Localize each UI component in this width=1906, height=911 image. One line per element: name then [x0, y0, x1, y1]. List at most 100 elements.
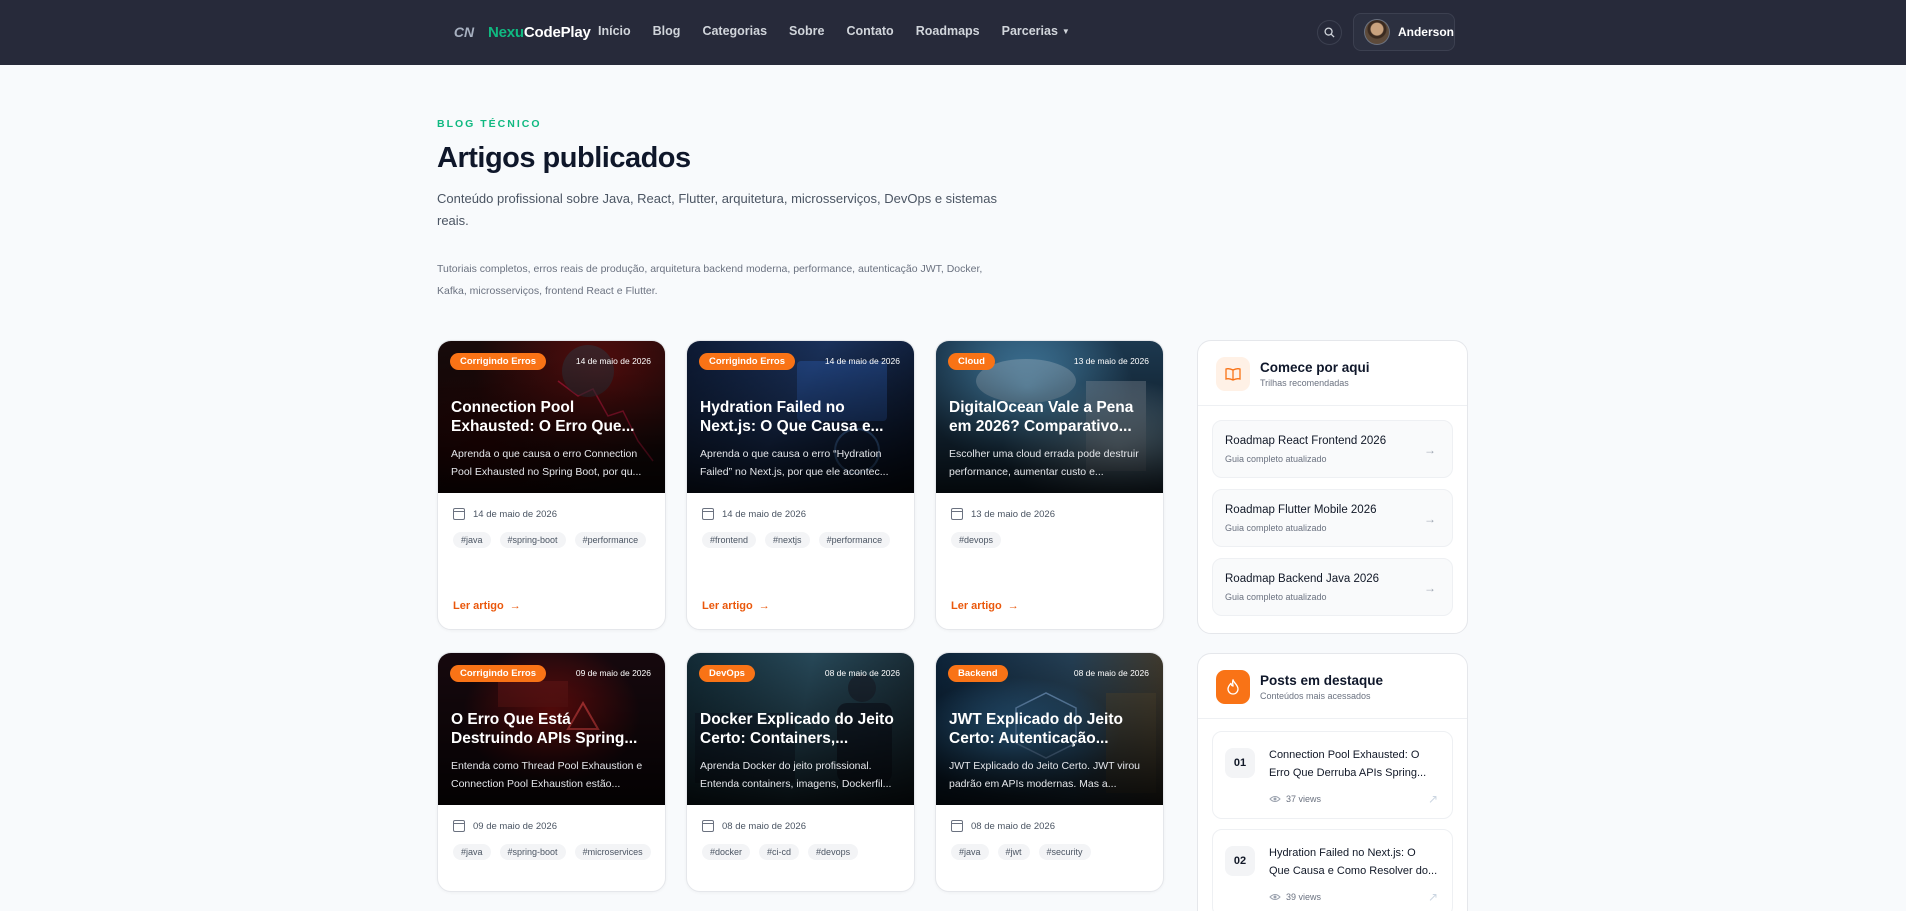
- article-card[interactable]: Corrigindo Erros 09 de maio de 2026 O Er…: [437, 652, 666, 892]
- read-article-link[interactable]: Ler artigo →: [951, 600, 1019, 612]
- user-menu-button[interactable]: Anderson: [1353, 13, 1455, 51]
- roadmap-link-flutter[interactable]: Roadmap Flutter Mobile 2026 Guia complet…: [1212, 489, 1453, 547]
- tag[interactable]: #jwt: [997, 844, 1030, 860]
- search-button[interactable]: [1317, 20, 1342, 45]
- article-title[interactable]: Connection Pool Exhausted: O Erro Que...: [451, 398, 656, 436]
- thumbnail-date: 14 de maio de 2026: [824, 356, 900, 366]
- thumbnail-date: 08 de maio de 2026: [1073, 668, 1149, 678]
- brand-logo[interactable]: CN NexuCodePlay: [452, 20, 591, 44]
- calendar-icon: [951, 820, 963, 832]
- nav-roadmaps[interactable]: Roadmaps: [916, 24, 980, 38]
- tag[interactable]: #java: [951, 844, 989, 860]
- article-title[interactable]: Docker Explicado do Jeito Certo: Containe…: [700, 710, 905, 748]
- tag[interactable]: #ci-cd: [759, 844, 800, 860]
- article-excerpt: Aprenda o que causa o erro Connection Poo…: [451, 448, 642, 478]
- article-card[interactable]: Corrigindo Erros 14 de maio de 2026 Hydr…: [686, 340, 915, 630]
- panel-title: Comece por aqui: [1260, 360, 1370, 375]
- tag[interactable]: #docker: [702, 844, 751, 860]
- panel-header: Posts em destaque Conteúdos mais acessad…: [1198, 654, 1467, 719]
- nav-parcerias[interactable]: Parcerias ▼: [1002, 24, 1070, 38]
- start-here-panel: Comece por aqui Trilhas recomendadas Roa…: [1197, 340, 1468, 634]
- article-thumbnail[interactable]: DevOps 08 de maio de 2026 Docker Explica…: [687, 653, 914, 805]
- tag[interactable]: #java: [453, 532, 491, 548]
- article-thumbnail[interactable]: Backend 08 de maio de 2026 JWT Explicado…: [936, 653, 1163, 805]
- article-meta: 14 de maio de 2026: [453, 508, 665, 520]
- nav-categorias[interactable]: Categorias: [702, 24, 767, 38]
- tag-list: #java #jwt #security: [951, 844, 1151, 860]
- arrow-right-icon: →: [1007, 600, 1019, 612]
- book-icon: [1216, 357, 1250, 391]
- arrow-right-icon: →: [1424, 581, 1436, 595]
- roadmap-title: Roadmap Flutter Mobile 2026: [1225, 504, 1377, 516]
- chevron-down-icon: ▼: [1061, 27, 1070, 36]
- panel-header: Comece por aqui Trilhas recomendadas: [1198, 341, 1467, 406]
- tag[interactable]: #nextjs: [765, 532, 810, 548]
- tag[interactable]: #spring-boot: [499, 844, 566, 860]
- article-meta: 08 de maio de 2026: [951, 820, 1163, 832]
- article-title[interactable]: DigitalOcean Vale a Pena em 2026? Compara…: [949, 398, 1154, 436]
- tag-list: #java #spring-boot #microservices: [453, 844, 653, 860]
- tag[interactable]: #performance: [818, 532, 891, 548]
- calendar-icon: [702, 508, 714, 520]
- nav-inicio[interactable]: Início: [598, 24, 631, 38]
- roadmap-subtitle: Guia completo atualizado: [1225, 454, 1327, 464]
- arrow-right-icon: →: [1424, 512, 1436, 526]
- page-description: Tutoriais completos, erros reais de prod…: [437, 263, 983, 297]
- page-lead: Conteúdo profissional sobre Java, React,…: [437, 191, 997, 228]
- tag-list: #frontend #nextjs #performance: [702, 532, 902, 548]
- article-thumbnail[interactable]: Corrigindo Erros 14 de maio de 2026 Hydr…: [687, 341, 914, 493]
- article-card[interactable]: Backend 08 de maio de 2026 JWT Explicado…: [935, 652, 1164, 892]
- article-title[interactable]: Hydration Failed no Next.js: O Que Causa …: [700, 398, 905, 436]
- avatar: [1364, 19, 1390, 45]
- calendar-icon: [453, 820, 465, 832]
- article-card[interactable]: Cloud 13 de maio de 2026 DigitalOcean Va…: [935, 340, 1164, 630]
- category-badge[interactable]: Corrigindo Erros: [699, 353, 796, 370]
- article-excerpt: Entenda como Thread Pool Exhaustion e Con…: [451, 760, 643, 790]
- brand-mark-icon: CN: [453, 24, 475, 40]
- article-thumbnail[interactable]: Cloud 13 de maio de 2026 DigitalOcean Va…: [936, 341, 1163, 493]
- featured-post-item[interactable]: 02 Hydration Failed no Next.js: O Que Cau…: [1212, 829, 1453, 911]
- category-badge[interactable]: Cloud: [948, 353, 995, 370]
- calendar-icon: [702, 820, 714, 832]
- article-card[interactable]: Corrigindo Erros 14 de maio de 2026 Conn…: [437, 340, 666, 630]
- tag[interactable]: #java: [453, 844, 491, 860]
- page-title: Artigos publicados: [437, 142, 691, 174]
- category-badge[interactable]: Corrigindo Erros: [450, 665, 547, 682]
- article-title[interactable]: JWT Explicado do Jeito Certo: Autenticaçã…: [949, 710, 1154, 748]
- nav-blog[interactable]: Blog: [653, 24, 681, 38]
- calendar-icon: [453, 508, 465, 520]
- article-thumbnail[interactable]: Corrigindo Erros 09 de maio de 2026 O Er…: [438, 653, 665, 805]
- article-thumbnail[interactable]: Corrigindo Erros 14 de maio de 2026 Conn…: [438, 341, 665, 493]
- category-badge[interactable]: DevOps: [699, 665, 755, 682]
- roadmap-title: Roadmap React Frontend 2026: [1225, 435, 1387, 447]
- nav-contato[interactable]: Contato: [846, 24, 893, 38]
- tag[interactable]: #microservices: [574, 844, 651, 860]
- tag[interactable]: #performance: [574, 532, 647, 548]
- category-badge[interactable]: Backend: [948, 665, 1008, 682]
- article-title[interactable]: O Erro Que Está Destruindo APIs Spring...: [451, 710, 656, 748]
- tag[interactable]: #devops: [808, 844, 859, 860]
- calendar-icon: [951, 508, 963, 520]
- article-card[interactable]: DevOps 08 de maio de 2026 Docker Explica…: [686, 652, 915, 892]
- read-article-link[interactable]: Ler artigo →: [453, 600, 521, 612]
- tag[interactable]: #devops: [951, 532, 1002, 548]
- tag-list: #java #spring-boot #performance: [453, 532, 653, 548]
- featured-post-item[interactable]: 01 Connection Pool Exhausted: O Erro Que …: [1212, 731, 1453, 819]
- roadmap-subtitle: Guia completo atualizado: [1225, 523, 1327, 533]
- article-excerpt: Aprenda o que causa o erro “Hydration Fai…: [700, 448, 889, 478]
- view-count: 39 views: [1269, 892, 1321, 902]
- thumbnail-date: 09 de maio de 2026: [575, 668, 651, 678]
- arrow-up-right-icon: ↗: [1427, 792, 1438, 806]
- tag-list: #docker #ci-cd #devops: [702, 844, 902, 860]
- read-article-link[interactable]: Ler artigo →: [702, 600, 770, 612]
- tag[interactable]: #spring-boot: [499, 532, 566, 548]
- nav-sobre[interactable]: Sobre: [789, 24, 824, 38]
- category-badge[interactable]: Corrigindo Erros: [450, 353, 547, 370]
- tag[interactable]: #frontend: [702, 532, 757, 548]
- featured-post-title: Hydration Failed no Next.js: O Que Causa …: [1269, 847, 1438, 877]
- panel-subtitle: Trilhas recomendadas: [1260, 378, 1349, 388]
- article-meta: 09 de maio de 2026: [453, 820, 665, 832]
- tag[interactable]: #security: [1038, 844, 1091, 860]
- roadmap-link-react[interactable]: Roadmap React Frontend 2026 Guia complet…: [1212, 420, 1453, 478]
- roadmap-link-backend-java[interactable]: Roadmap Backend Java 2026 Guia completo …: [1212, 558, 1453, 616]
